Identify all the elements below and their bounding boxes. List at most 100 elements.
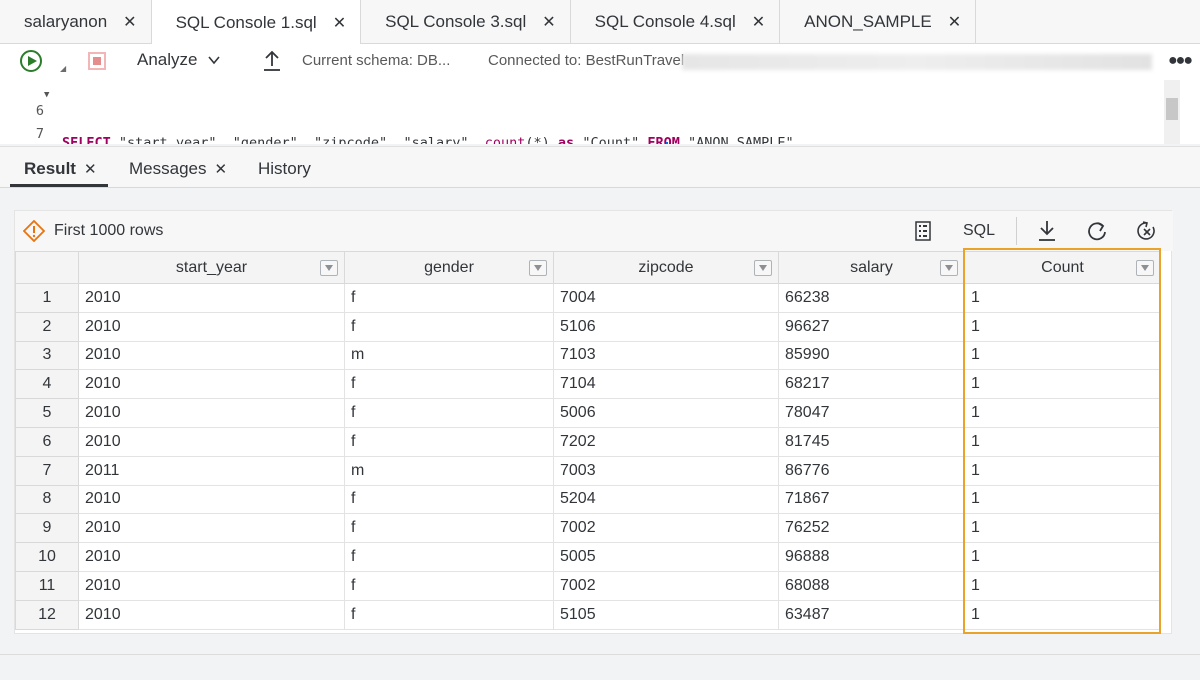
table-row[interactable]: 7 2011 m 7003 86776 1 bbox=[15, 455, 1161, 486]
cell-start-year[interactable]: 2010 bbox=[78, 369, 345, 400]
cell-gender[interactable]: f bbox=[344, 542, 554, 572]
chevron-down-icon[interactable] bbox=[208, 54, 220, 66]
cell-count[interactable]: 1 bbox=[964, 311, 1161, 342]
cell-start-year[interactable]: 2010 bbox=[78, 398, 345, 428]
filter-icon[interactable] bbox=[320, 260, 338, 276]
cell-gender[interactable]: m bbox=[344, 340, 554, 371]
more-options-icon[interactable]: ●●● bbox=[1168, 52, 1193, 70]
cell-zipcode[interactable]: 5105 bbox=[553, 599, 779, 630]
cell-count[interactable]: 1 bbox=[964, 484, 1161, 515]
cell-salary[interactable]: 78047 bbox=[778, 398, 965, 428]
filter-icon[interactable] bbox=[940, 260, 958, 276]
tab-sql-console-4[interactable]: SQL Console 4.sql ✕ bbox=[571, 0, 781, 44]
cell-salary[interactable]: 71867 bbox=[778, 484, 965, 515]
cell-zipcode[interactable]: 5106 bbox=[553, 311, 779, 342]
cell-salary[interactable]: 85990 bbox=[778, 340, 965, 371]
cell-gender[interactable]: f bbox=[344, 398, 554, 428]
table-row[interactable]: 4 2010 f 7104 68217 1 bbox=[15, 369, 1161, 400]
cell-start-year[interactable]: 2010 bbox=[78, 484, 345, 515]
stop-icon[interactable] bbox=[88, 52, 106, 70]
cell-gender[interactable]: f bbox=[344, 570, 554, 601]
table-row[interactable]: 6 2010 f 7202 81745 1 bbox=[15, 426, 1161, 457]
tab-sql-console-3[interactable]: SQL Console 3.sql ✕ bbox=[361, 0, 571, 44]
cell-gender[interactable]: f bbox=[344, 484, 554, 515]
cell-count[interactable]: 1 bbox=[964, 542, 1161, 572]
tab-sql-console-1[interactable]: SQL Console 1.sql ✕ bbox=[151, 0, 362, 45]
tab-anon-sample[interactable]: ANON_SAMPLE ✕ bbox=[780, 0, 977, 44]
cell-salary[interactable]: 81745 bbox=[778, 426, 965, 457]
cell-zipcode[interactable]: 5005 bbox=[553, 542, 779, 572]
cell-count[interactable]: 1 bbox=[964, 398, 1161, 428]
cell-start-year[interactable]: 2010 bbox=[78, 542, 345, 572]
cell-count[interactable]: 1 bbox=[964, 369, 1161, 400]
cell-salary[interactable]: 66238 bbox=[778, 283, 965, 313]
cell-salary[interactable]: 86776 bbox=[778, 455, 965, 486]
table-row[interactable]: 2 2010 f 5106 96627 1 bbox=[15, 311, 1161, 342]
column-header-zipcode[interactable]: zipcode bbox=[553, 251, 779, 284]
cell-zipcode[interactable]: 7002 bbox=[553, 570, 779, 601]
editor-scrollbar-thumb[interactable] bbox=[1166, 98, 1178, 120]
table-row[interactable]: 10 2010 f 5005 96888 1 bbox=[15, 542, 1161, 572]
close-icon[interactable]: ✕ bbox=[333, 13, 346, 33]
close-icon[interactable]: ✕ bbox=[214, 161, 227, 178]
cell-count[interactable]: 1 bbox=[964, 426, 1161, 457]
filter-icon[interactable] bbox=[1136, 260, 1154, 276]
cell-zipcode[interactable]: 7103 bbox=[553, 340, 779, 371]
cell-zipcode[interactable]: 7202 bbox=[553, 426, 779, 457]
cell-count[interactable]: 1 bbox=[964, 283, 1161, 313]
cell-zipcode[interactable]: 7003 bbox=[553, 455, 779, 486]
upload-icon[interactable] bbox=[262, 50, 282, 72]
refresh-icon[interactable] bbox=[1087, 221, 1107, 241]
cell-gender[interactable]: f bbox=[344, 599, 554, 630]
table-row[interactable]: 3 2010 m 7103 85990 1 bbox=[15, 340, 1161, 371]
cell-start-year[interactable]: 2010 bbox=[78, 570, 345, 601]
cell-salary[interactable]: 76252 bbox=[778, 513, 965, 544]
column-settings-icon[interactable] bbox=[915, 221, 931, 241]
cell-zipcode[interactable]: 5006 bbox=[553, 398, 779, 428]
current-schema-label[interactable]: Current schema: DB... bbox=[302, 52, 450, 69]
analyze-button[interactable]: Analyze bbox=[137, 50, 197, 70]
table-row[interactable]: 12 2010 f 5105 63487 1 bbox=[15, 599, 1161, 630]
cell-gender[interactable]: f bbox=[344, 311, 554, 342]
cell-gender[interactable]: f bbox=[344, 426, 554, 457]
column-header-start-year[interactable]: start_year bbox=[78, 251, 345, 284]
tab-salaryanon[interactable]: salaryanon ✕ bbox=[0, 0, 152, 44]
cell-salary[interactable]: 68217 bbox=[778, 369, 965, 400]
fold-icon[interactable]: ▼ bbox=[44, 90, 49, 100]
column-header-count[interactable]: Count bbox=[964, 251, 1161, 284]
cell-start-year[interactable]: 2011 bbox=[78, 455, 345, 486]
table-row[interactable]: 11 2010 f 7002 68088 1 bbox=[15, 570, 1161, 601]
sql-editor[interactable]: 6 ▼ SELECT "start_year", "gender", "zipc… bbox=[0, 80, 1200, 144]
tab-history[interactable]: History bbox=[258, 159, 311, 179]
cell-gender[interactable]: f bbox=[344, 369, 554, 400]
cell-zipcode[interactable]: 7002 bbox=[553, 513, 779, 544]
download-icon[interactable] bbox=[1037, 220, 1057, 242]
cell-count[interactable]: 1 bbox=[964, 513, 1161, 544]
cell-start-year[interactable]: 2010 bbox=[78, 340, 345, 371]
cell-zipcode[interactable]: 5204 bbox=[553, 484, 779, 515]
table-row[interactable]: 1 2010 f 7004 66238 1 bbox=[15, 283, 1161, 313]
cell-salary[interactable]: 96627 bbox=[778, 311, 965, 342]
column-header-gender[interactable]: gender bbox=[344, 251, 554, 284]
close-icon[interactable]: ✕ bbox=[84, 161, 97, 178]
table-row[interactable]: 5 2010 f 5006 78047 1 bbox=[15, 398, 1161, 428]
close-icon[interactable]: ✕ bbox=[948, 12, 961, 32]
cell-gender[interactable]: f bbox=[344, 513, 554, 544]
cell-count[interactable]: 1 bbox=[964, 340, 1161, 371]
cell-start-year[interactable]: 2010 bbox=[78, 311, 345, 342]
table-row[interactable]: 8 2010 f 5204 71867 1 bbox=[15, 484, 1161, 515]
cell-start-year[interactable]: 2010 bbox=[78, 513, 345, 544]
cell-start-year[interactable]: 2010 bbox=[78, 283, 345, 313]
clear-results-icon[interactable] bbox=[1137, 221, 1157, 241]
table-row[interactable]: 9 2010 f 7002 76252 1 bbox=[15, 513, 1161, 544]
column-header-salary[interactable]: salary bbox=[778, 251, 965, 284]
tab-result[interactable]: Result ✕ bbox=[24, 159, 97, 179]
filter-icon[interactable] bbox=[529, 260, 547, 276]
cell-count[interactable]: 1 bbox=[964, 570, 1161, 601]
close-icon[interactable]: ✕ bbox=[752, 12, 765, 32]
run-icon[interactable] bbox=[20, 50, 42, 72]
cell-count[interactable]: 1 bbox=[964, 455, 1161, 486]
close-icon[interactable]: ✕ bbox=[542, 12, 555, 32]
cell-start-year[interactable]: 2010 bbox=[78, 599, 345, 630]
sql-button[interactable]: SQL bbox=[963, 222, 995, 240]
